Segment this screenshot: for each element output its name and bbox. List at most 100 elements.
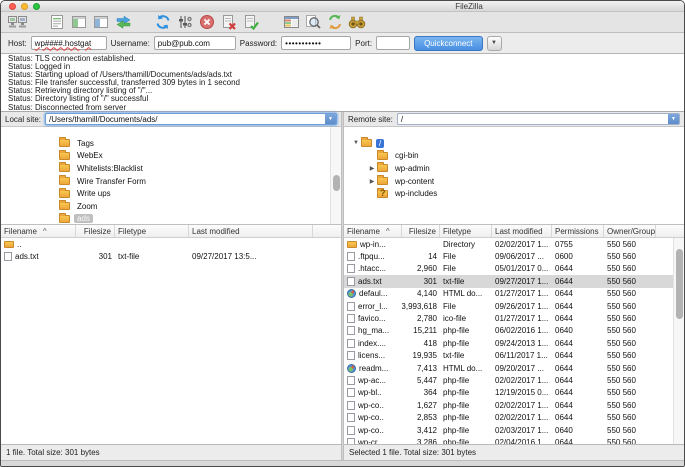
column-header-owner-group[interactable]: Owner/Group bbox=[604, 225, 656, 237]
minimize-window-button[interactable] bbox=[21, 3, 28, 10]
owner-cell: 550 560 bbox=[604, 364, 656, 373]
modified-cell: 09/06/2017 ... bbox=[492, 252, 552, 261]
size-cell: 3,286 bbox=[402, 438, 440, 444]
column-header-filename[interactable]: Filename^ bbox=[1, 225, 76, 237]
directory-filter-button[interactable] bbox=[280, 13, 302, 32]
disconnect-icon bbox=[221, 14, 237, 30]
disconnect-button[interactable] bbox=[218, 13, 240, 32]
transfer-queue-button[interactable] bbox=[112, 13, 134, 32]
column-header-last-modified[interactable]: Last modified bbox=[492, 225, 552, 237]
file-row[interactable]: licens...19,935txt-file06/11/2017 1...06… bbox=[344, 350, 684, 362]
column-header-filesize[interactable]: Filesize bbox=[76, 225, 115, 237]
tree-item[interactable]: ▼/ bbox=[344, 137, 684, 150]
type-cell: File bbox=[440, 264, 492, 273]
local-path-value: /Users/thamill/Documents/ads/ bbox=[49, 115, 157, 124]
file-row[interactable]: readm...7,413HTML do...09/20/2017 ...064… bbox=[344, 362, 684, 374]
file-icon bbox=[347, 376, 355, 385]
site-manager-button[interactable] bbox=[6, 13, 28, 32]
perms-cell: 0644 bbox=[552, 264, 604, 273]
zoom-window-button[interactable] bbox=[33, 3, 40, 10]
tree-item[interactable]: Tags bbox=[1, 137, 341, 150]
column-header-filetype[interactable]: Filetype bbox=[440, 225, 492, 237]
file-row[interactable]: .ftpqu...14File09/06/2017 ...0600550 560 bbox=[344, 250, 684, 262]
type-cell: ico-file bbox=[440, 314, 492, 323]
file-row[interactable]: .htacc...2,960File05/01/2017 0...0644550… bbox=[344, 263, 684, 275]
file-icon bbox=[347, 413, 355, 422]
tree-item[interactable]: cgi-bin bbox=[344, 150, 684, 163]
file-row[interactable]: wp-ac...5,447php-file02/02/2017 1...0644… bbox=[344, 374, 684, 386]
file-row[interactable]: error_l...13,993,618File09/26/2017 1...0… bbox=[344, 300, 684, 312]
tree-item[interactable]: WebEx bbox=[1, 150, 341, 163]
file-row[interactable]: wp-cr..3,286php-file02/04/2016 1...06445… bbox=[344, 436, 684, 444]
perms-cell: 0644 bbox=[552, 438, 604, 444]
password-input[interactable] bbox=[281, 36, 351, 50]
file-row[interactable]: wp-co..3,412php-file02/03/2017 1...06405… bbox=[344, 424, 684, 436]
file-row[interactable]: wp-co..2,853php-file02/02/2017 1...06445… bbox=[344, 411, 684, 423]
local-treeview-icon bbox=[71, 14, 87, 30]
folder-question-icon bbox=[377, 190, 388, 198]
disclosure-down-icon[interactable]: ▼ bbox=[351, 140, 361, 146]
tree-item[interactable]: ads bbox=[1, 213, 341, 225]
remote-list-scrollbar-thumb[interactable] bbox=[676, 249, 683, 319]
size-cell: 418 bbox=[402, 339, 440, 348]
tree-item-label: Zoom bbox=[74, 202, 100, 211]
filename-cell: wp-in... bbox=[344, 240, 402, 249]
quickconnect-dropdown-button[interactable]: ▼ bbox=[487, 36, 502, 51]
tree-item[interactable]: Write ups bbox=[1, 187, 341, 200]
host-input[interactable]: wp####.hostgat bbox=[31, 36, 107, 50]
tree-item[interactable]: ▶wp-admin bbox=[344, 162, 684, 175]
file-row[interactable]: ads.txt301txt-file09/27/2017 13:5... bbox=[1, 250, 341, 262]
username-input[interactable] bbox=[154, 36, 236, 50]
chevron-down-icon[interactable]: ▼ bbox=[325, 114, 336, 124]
logview-button[interactable] bbox=[46, 13, 68, 32]
size-cell: 2,960 bbox=[402, 264, 440, 273]
local-treeview-button[interactable] bbox=[68, 13, 90, 32]
tree-item[interactable]: Zoom bbox=[1, 200, 341, 213]
column-header-filesize[interactable]: Filesize bbox=[402, 225, 440, 237]
perms-cell: 0600 bbox=[552, 252, 604, 261]
tree-item[interactable]: ▶wp-content bbox=[344, 175, 684, 188]
perms-cell: 0644 bbox=[552, 289, 604, 298]
port-input[interactable] bbox=[376, 36, 410, 50]
column-header-last-modified[interactable]: Last modified bbox=[189, 225, 313, 237]
process-queue-button[interactable] bbox=[174, 13, 196, 32]
refresh-button[interactable] bbox=[152, 13, 174, 32]
find-files-button[interactable] bbox=[346, 13, 368, 32]
tree-item[interactable]: wp-includes bbox=[344, 187, 684, 200]
remote-path-combobox[interactable]: / ▼ bbox=[397, 113, 680, 125]
synchronized-browsing-button[interactable] bbox=[324, 13, 346, 32]
remote-treeview-button[interactable] bbox=[90, 13, 112, 32]
close-window-button[interactable] bbox=[9, 3, 16, 10]
file-row[interactable]: index....418php-file09/24/2013 1...06445… bbox=[344, 337, 684, 349]
folder-icon bbox=[347, 241, 357, 248]
disclosure-right-icon[interactable]: ▶ bbox=[367, 178, 377, 185]
disclosure-right-icon[interactable]: ▶ bbox=[367, 165, 377, 172]
file-row[interactable]: wp-bl..364php-file12/19/2015 0...0644550… bbox=[344, 387, 684, 399]
filename-cell: wp-co.. bbox=[344, 413, 402, 422]
chevron-down-icon[interactable]: ▼ bbox=[668, 114, 679, 124]
local-tree-scrollbar-thumb[interactable] bbox=[333, 175, 340, 191]
local-path-combobox[interactable]: /Users/thamill/Documents/ads/ ▼ bbox=[45, 113, 337, 125]
file-row[interactable]: .. bbox=[1, 238, 341, 250]
file-row[interactable]: wp-co..1,627php-file02/02/2017 1...06445… bbox=[344, 399, 684, 411]
type-cell: php-file bbox=[440, 376, 492, 385]
column-header-filetype[interactable]: Filetype bbox=[115, 225, 189, 237]
reconnect-button[interactable] bbox=[240, 13, 262, 32]
tree-item[interactable]: Wire Transfer Form bbox=[1, 175, 341, 188]
column-header-filename[interactable]: Filename^ bbox=[344, 225, 402, 237]
comparison-button[interactable] bbox=[302, 13, 324, 32]
file-row[interactable]: ads.txt301txt-file09/27/2017 1...0644550… bbox=[344, 275, 684, 287]
cancel-button[interactable] bbox=[196, 13, 218, 32]
file-row[interactable]: defaul...4,140HTML do...01/27/2017 1...0… bbox=[344, 288, 684, 300]
local-list-body: ..ads.txt301txt-file09/27/2017 13:5... bbox=[1, 238, 341, 444]
tree-item-label: Whitelists:Blacklist bbox=[74, 164, 146, 173]
column-header-permissions[interactable]: Permissions bbox=[552, 225, 604, 237]
tree-item-label: wp-includes bbox=[392, 189, 440, 198]
owner-cell: 550 560 bbox=[604, 426, 656, 435]
file-row[interactable]: hg_ma...15,211php-file06/02/2016 1...064… bbox=[344, 325, 684, 337]
quickconnect-button[interactable]: Quickconnect bbox=[414, 36, 482, 51]
filename-text: favico... bbox=[358, 314, 386, 323]
file-row[interactable]: favico...2,780ico-file01/27/2017 1...064… bbox=[344, 312, 684, 324]
tree-item[interactable]: Whitelists:Blacklist bbox=[1, 162, 341, 175]
file-row[interactable]: wp-in...Directory02/02/2017 1...0755550 … bbox=[344, 238, 684, 250]
